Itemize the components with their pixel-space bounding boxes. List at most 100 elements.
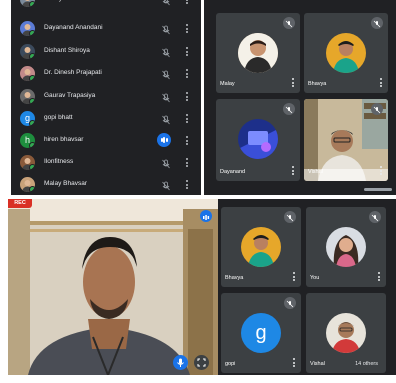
online-status-dot [29,98,35,104]
speaking-indicator-icon [200,210,212,222]
mic-off-icon [283,17,295,29]
online-status-dot [29,164,35,170]
more-options-icon[interactable] [292,272,295,282]
tile-label: Malay [220,81,235,87]
tile-label: Dayanand [220,169,246,175]
participant-row[interactable]: Gaurav Trapasiya [11,86,201,108]
online-status-dot [29,30,35,36]
more-options-icon[interactable] [291,166,294,176]
more-options-icon[interactable] [185,157,188,168]
tile-label: gopi [225,361,236,367]
participant-avatar [20,155,35,170]
avatar [326,227,366,267]
participant-row[interactable]: g gopi bhatt [11,108,201,130]
more-options-icon[interactable] [379,78,382,88]
participant-name: hiren bhavsar [44,136,84,143]
mic-off-icon[interactable] [161,68,171,80]
participant-name: Dr. Dinesh Prajapati [44,69,102,76]
mic-off-icon[interactable] [161,179,171,191]
more-options-icon[interactable] [185,0,188,5]
avatar [241,227,281,267]
more-options-icon[interactable] [185,68,188,79]
tile-vishal[interactable]: Vishal 14 others [306,293,386,373]
participant-row[interactable]: Malay Bhavsar [11,174,201,196]
avatar [326,33,366,73]
tile-label: Vishal [310,361,325,367]
mic-off-icon[interactable] [161,91,171,103]
mic-icon[interactable] [173,355,188,370]
online-status-dot [29,186,35,192]
participant-avatar [20,177,35,192]
participant-row[interactable]: h hiren bhavsar [11,130,201,152]
others-count-badge[interactable]: 14 others [351,359,382,369]
participant-name: Dishant Shiroya [44,47,90,54]
participant-name: Dayanand Anandani [44,24,103,31]
mic-off-icon[interactable] [161,23,171,35]
mic-off-icon[interactable] [161,113,171,125]
mic-off-icon[interactable] [161,46,171,58]
more-options-icon[interactable] [185,135,188,146]
online-status-dot [29,53,35,59]
participant-avatar [20,21,35,36]
online-status-dot [29,120,35,126]
avatar [238,119,278,159]
participant-row[interactable]: Dr. Dinesh Prajapati [11,63,201,85]
participant-name: gopi bhatt [44,114,73,121]
rec-badge: REC [8,199,32,208]
more-options-icon[interactable] [377,272,380,282]
more-options-icon[interactable] [379,166,382,176]
avatar [326,313,366,353]
mic-off-icon [371,17,383,29]
participant-name: Bhavya Kanunia [44,0,91,2]
participants-panel: Bhavya Kanunia Dayanand Anandani Dishant S… [11,0,201,195]
tile-gopi[interactable]: g gopi [221,293,301,373]
fullscreen-icon[interactable] [194,355,209,370]
mic-off-icon [284,211,296,223]
more-options-icon[interactable] [185,113,188,124]
participant-avatar [20,0,35,7]
participant-avatar [20,89,35,104]
tile-label: Bhavya [308,81,327,87]
tile-malay[interactable]: Malay [216,13,300,93]
participant-name: Malay Bhavsar [44,180,87,187]
video-grid-bottom: Bhavya You g gopi Vishal 14 others [218,199,396,375]
participant-row[interactable]: Bhavya Kanunia [11,0,201,11]
speaking-indicator-icon [157,133,171,147]
video-grid-top: Malay Bhavya Dayanand Vishal [204,0,396,195]
participant-avatar: g [20,111,35,126]
online-status-dot [29,75,35,81]
more-options-icon[interactable] [185,91,188,102]
avatar-initial: g [241,313,281,353]
participant-name: Gaurav Trapasiya [44,92,96,99]
more-options-icon[interactable] [291,78,294,88]
mic-off-icon [371,103,383,115]
online-status-dot [29,1,35,7]
tile-label: Bhavya [225,275,244,281]
tile-vishal[interactable]: Vishal [304,99,388,181]
more-options-icon[interactable] [292,358,295,368]
tile-bhavya[interactable]: Bhavya [221,207,301,287]
participant-name: Ilonfitness [44,158,74,165]
tile-label: Vishal [308,169,323,175]
more-options-icon[interactable] [185,23,188,34]
self-camera-view: REC [8,199,218,375]
participant-row[interactable]: Dishant Shiroya [11,41,201,63]
mic-off-icon [284,297,296,309]
participant-avatar: h [20,133,35,148]
participant-row[interactable]: Dayanand Anandani [11,18,201,40]
avatar [238,33,278,73]
online-status-dot [29,142,35,148]
tile-bhavya[interactable]: Bhavya [304,13,388,93]
scrollbar[interactable] [364,188,392,191]
tile-you[interactable]: You [306,207,386,287]
more-options-icon[interactable] [185,46,188,57]
tile-dayanand[interactable]: Dayanand [216,99,300,181]
tile-label: You [310,275,320,281]
participant-avatar [20,44,35,59]
participant-row[interactable]: Ilonfitness [11,152,201,174]
mic-off-icon[interactable] [161,0,171,6]
mic-off-icon [283,103,295,115]
mic-off-icon[interactable] [161,157,171,169]
more-options-icon[interactable] [185,179,188,190]
mic-off-icon [369,211,381,223]
